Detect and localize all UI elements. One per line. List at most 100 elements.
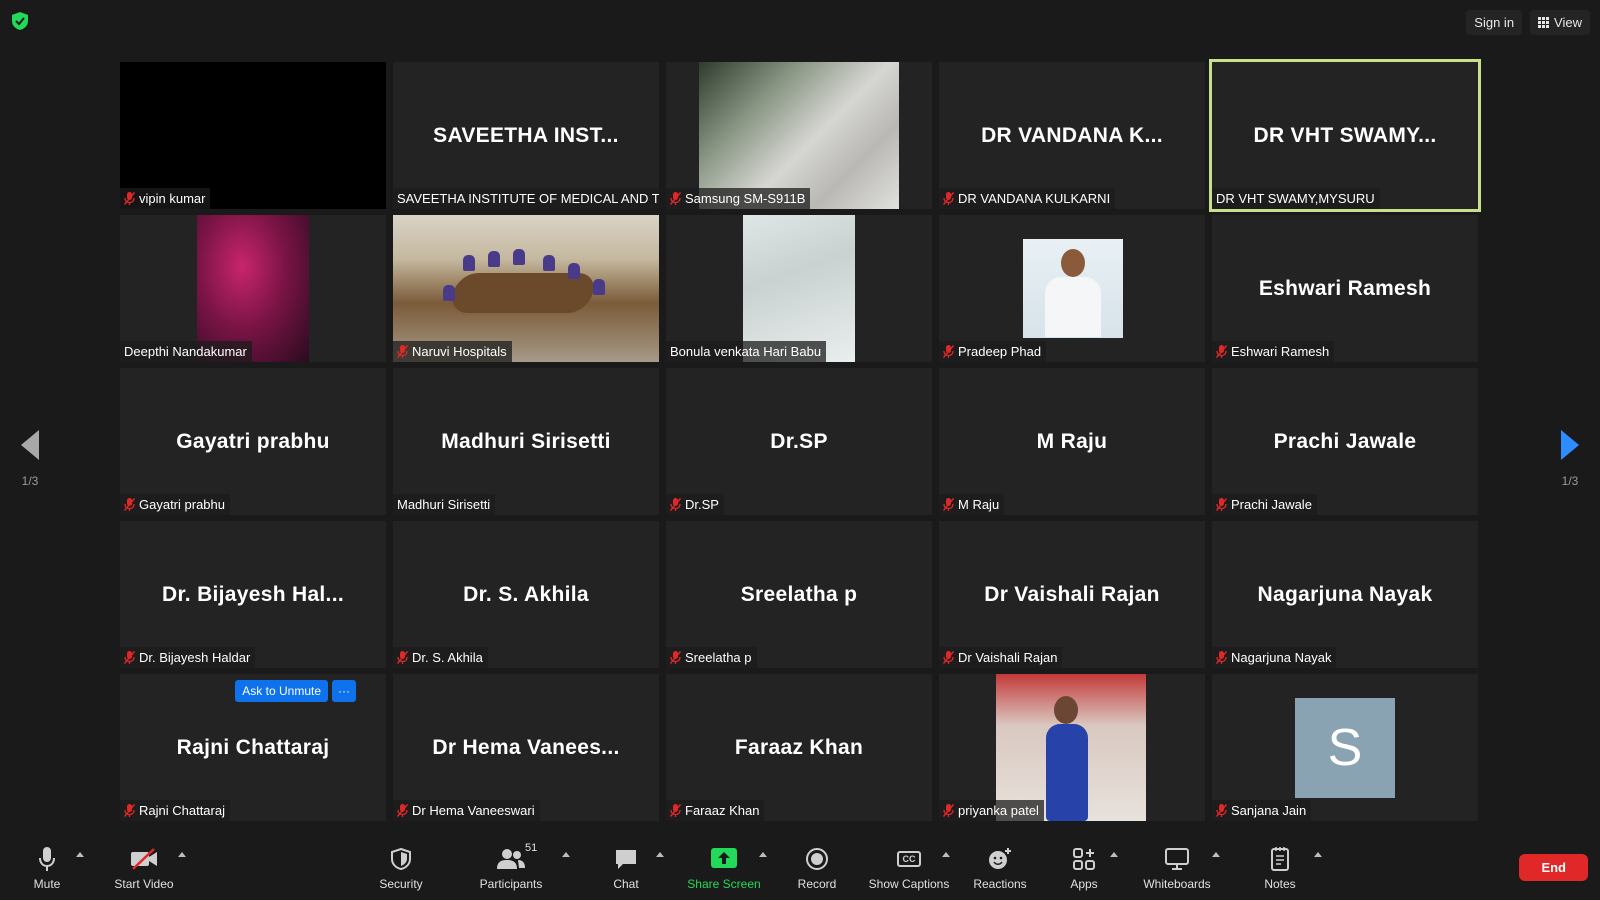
participant-tile[interactable]: DR VANDANA K... DR VANDANA KULKARNI bbox=[939, 62, 1205, 209]
show-captions-button[interactable]: CC Show Captions bbox=[864, 846, 954, 891]
chat-options-caret[interactable] bbox=[656, 852, 664, 857]
previous-page-button[interactable]: 1/3 bbox=[10, 430, 50, 488]
participant-tile[interactable]: DR VHT SWAMY... DR VHT SWAMY,MYSURU bbox=[1209, 59, 1481, 212]
captions-options-caret[interactable] bbox=[942, 852, 950, 857]
whiteboards-button[interactable]: Whiteboards bbox=[1132, 846, 1222, 891]
participant-name: Prachi Jawale bbox=[1231, 497, 1312, 512]
arrow-left-icon bbox=[21, 430, 39, 460]
participant-tile[interactable]: M Raju M Raju bbox=[939, 368, 1205, 515]
arrow-right-icon bbox=[1561, 430, 1579, 460]
ask-to-unmute-button[interactable]: Ask to Unmute bbox=[235, 680, 328, 702]
participant-tile[interactable]: priyanka patel bbox=[939, 674, 1205, 821]
microphone-muted-icon bbox=[669, 498, 682, 511]
participant-tile[interactable]: S Sanjana Jain bbox=[1212, 674, 1478, 821]
participant-tile[interactable]: Nagarjuna Nayak Nagarjuna Nayak bbox=[1212, 521, 1478, 668]
participant-tile[interactable]: SAVEETHA INST... SAVEETHA INSTITUTE OF ME… bbox=[393, 62, 659, 209]
participant-name: Naruvi Hospitals bbox=[412, 344, 507, 359]
participant-display-name: Faraaz Khan bbox=[734, 735, 864, 759]
participant-name-label: M Raju bbox=[939, 494, 1005, 515]
start-video-button[interactable]: Start Video bbox=[99, 846, 189, 891]
participant-tile[interactable]: Sreelatha p Sreelatha p bbox=[666, 521, 932, 668]
record-button[interactable]: Record bbox=[772, 846, 862, 891]
microphone-muted-icon bbox=[123, 651, 136, 664]
participant-tile[interactable]: vipin kumar bbox=[120, 62, 386, 209]
microphone-muted-icon bbox=[942, 651, 955, 664]
microphone-muted-icon bbox=[1215, 651, 1228, 664]
whiteboards-options-caret[interactable] bbox=[1212, 852, 1220, 857]
participant-name: Deepthi Nandakumar bbox=[124, 344, 247, 359]
meeting-toolbar: Mute Start Video Security 51 Participant… bbox=[0, 838, 1600, 900]
participant-tile[interactable]: Pradeep Phad bbox=[939, 215, 1205, 362]
video-feed bbox=[1023, 239, 1123, 338]
participants-button[interactable]: 51 Participants bbox=[466, 842, 556, 891]
participant-name-label: Sreelatha p bbox=[666, 647, 757, 668]
microphone-muted-icon bbox=[942, 498, 955, 511]
video-feed bbox=[197, 215, 309, 362]
share-screen-button[interactable]: Share Screen bbox=[679, 846, 769, 891]
participant-name: Rajni Chattaraj bbox=[139, 803, 225, 818]
participant-tile[interactable]: Naruvi Hospitals bbox=[393, 215, 659, 362]
apps-options-caret[interactable] bbox=[1110, 852, 1118, 857]
show-captions-label: Show Captions bbox=[868, 877, 950, 891]
participant-name-label: Gayatri prabhu bbox=[120, 494, 230, 515]
participant-tile[interactable]: Faraaz Khan Faraaz Khan bbox=[666, 674, 932, 821]
security-label: Security bbox=[379, 877, 423, 891]
reactions-label: Reactions bbox=[973, 877, 1027, 891]
closed-captions-icon: CC bbox=[897, 851, 921, 867]
share-options-caret[interactable] bbox=[759, 852, 767, 857]
page-indicator-right: 1/3 bbox=[1561, 474, 1579, 488]
participant-name: Bonula venkata Hari Babu bbox=[670, 344, 822, 359]
participant-tile[interactable]: Dr. Bijayesh Hal... Dr. Bijayesh Haldar bbox=[120, 521, 386, 668]
more-options-button[interactable]: ··· bbox=[332, 680, 356, 702]
record-icon bbox=[806, 848, 828, 870]
whiteboard-icon bbox=[1165, 848, 1189, 870]
notes-button[interactable]: Notes bbox=[1235, 846, 1325, 891]
next-page-button[interactable]: 1/3 bbox=[1550, 430, 1590, 488]
participant-tile[interactable]: Dr.SP Dr.SP bbox=[666, 368, 932, 515]
participant-tile[interactable]: Dr Hema Vanees... Dr Hema Vaneeswari bbox=[393, 674, 659, 821]
participant-tile[interactable]: Prachi Jawale Prachi Jawale bbox=[1212, 368, 1478, 515]
smiley-add-icon bbox=[989, 848, 1011, 869]
share-screen-icon bbox=[711, 848, 737, 868]
participant-display-name: Rajni Chattaraj bbox=[176, 735, 330, 759]
mute-options-caret[interactable] bbox=[76, 852, 84, 857]
microphone-muted-icon bbox=[1215, 345, 1228, 358]
share-screen-label: Share Screen bbox=[687, 877, 761, 891]
view-button[interactable]: View bbox=[1530, 10, 1590, 35]
participant-display-name: SAVEETHA INST... bbox=[433, 123, 619, 147]
participant-name-label: Bonula venkata Hari Babu bbox=[666, 341, 827, 362]
end-meeting-button[interactable]: End bbox=[1519, 854, 1588, 881]
video-options-caret[interactable] bbox=[178, 852, 186, 857]
participant-name: DR VANDANA KULKARNI bbox=[958, 191, 1111, 206]
participants-options-caret[interactable] bbox=[562, 852, 570, 857]
participant-name: vipin kumar bbox=[139, 191, 206, 206]
participant-name: M Raju bbox=[958, 497, 1000, 512]
notes-label: Notes bbox=[1264, 877, 1296, 891]
participant-name-label: Dr. S. Akhila bbox=[393, 647, 488, 668]
participant-name: Gayatri prabhu bbox=[139, 497, 225, 512]
participant-tile[interactable]: Rajni Chattaraj Ask to Unmute ··· Rajni Cha… bbox=[120, 674, 386, 821]
video-off-icon bbox=[131, 848, 157, 870]
sign-in-button[interactable]: Sign in bbox=[1466, 10, 1523, 35]
participant-tile[interactable]: Eshwari Ramesh Eshwari Ramesh bbox=[1212, 215, 1478, 362]
participant-tile[interactable]: Deepthi Nandakumar bbox=[120, 215, 386, 362]
participant-name: Dr Vaishali Rajan bbox=[958, 650, 1058, 665]
participant-tile[interactable]: Madhuri Sirisetti Madhuri Sirisetti bbox=[393, 368, 659, 515]
participant-tile[interactable]: Dr. S. Akhila Dr. S. Akhila bbox=[393, 521, 659, 668]
participant-tile[interactable]: Samsung SM-S911B bbox=[666, 62, 932, 209]
video-feed bbox=[996, 674, 1146, 821]
shield-check-icon[interactable] bbox=[12, 12, 28, 30]
microphone-muted-icon bbox=[942, 345, 955, 358]
microphone-muted-icon bbox=[1215, 804, 1228, 817]
participant-tile[interactable]: Bonula venkata Hari Babu bbox=[666, 215, 932, 362]
participant-tile[interactable]: Dr Vaishali Rajan Dr Vaishali Rajan bbox=[939, 521, 1205, 668]
security-button[interactable]: Security bbox=[356, 846, 446, 891]
reactions-button[interactable]: Reactions bbox=[955, 846, 1045, 891]
participant-name-label: Faraaz Khan bbox=[666, 800, 765, 821]
participant-name-label: Samsung SM-S911B bbox=[666, 188, 811, 209]
participant-tile[interactable]: Gayatri prabhu Gayatri prabhu bbox=[120, 368, 386, 515]
participant-gallery: vipin kumar SAVEETHA INST... SAVEETHA INST… bbox=[120, 59, 1486, 821]
notes-options-caret[interactable] bbox=[1314, 852, 1322, 857]
participant-name: Sreelatha p bbox=[685, 650, 752, 665]
tile-hover-actions: Ask to Unmute ··· bbox=[235, 680, 356, 702]
